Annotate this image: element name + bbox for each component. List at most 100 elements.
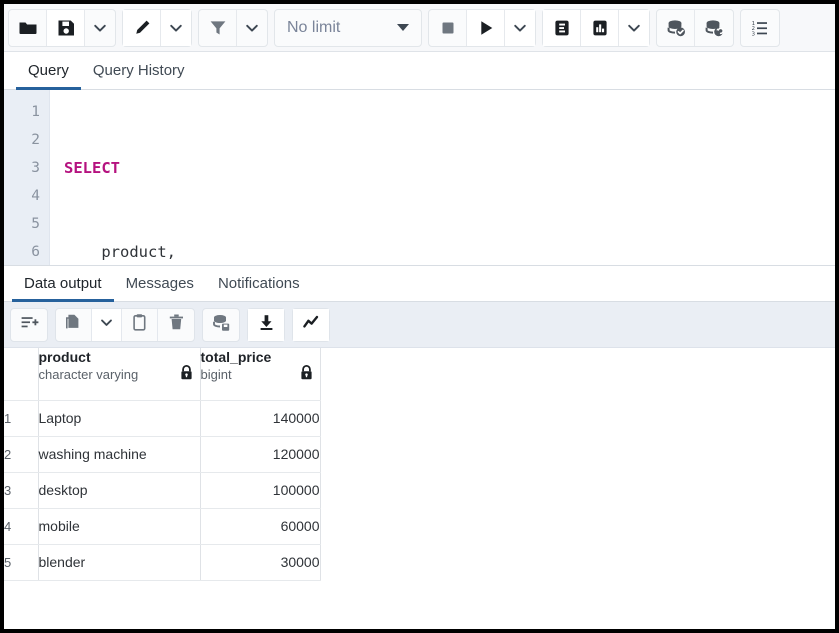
edit-dropdown[interactable]: [161, 10, 191, 46]
download-csv-button[interactable]: [248, 309, 284, 341]
copy-icon: [64, 313, 83, 337]
file-group: [8, 9, 116, 47]
table-row[interactable]: 1 Laptop 140000: [4, 400, 320, 436]
open-file-button[interactable]: [9, 10, 47, 46]
delete-button[interactable]: [158, 309, 194, 341]
cell-product[interactable]: washing machine: [38, 436, 200, 472]
output-tabbar: Data output Messages Notifications: [4, 266, 835, 302]
execute-dropdown[interactable]: [505, 10, 535, 46]
stop-square-icon: [438, 18, 458, 38]
commit-button[interactable]: [657, 10, 695, 46]
graph-group: [292, 308, 330, 342]
chevron-down-icon: [626, 20, 642, 36]
explain-dropdown[interactable]: [619, 10, 649, 46]
stop-button[interactable]: [429, 10, 467, 46]
line-number: 4: [4, 182, 49, 210]
code-line: product,: [64, 238, 835, 265]
cell-product[interactable]: mobile: [38, 508, 200, 544]
sql-text: product,: [64, 243, 176, 261]
database-rollback-icon: [703, 18, 725, 38]
lock-icon: [300, 365, 313, 383]
cell-total-price[interactable]: 30000: [200, 544, 320, 580]
cell-total-price[interactable]: 60000: [200, 508, 320, 544]
explain-analyze-button[interactable]: [581, 10, 619, 46]
table-row[interactable]: 3 desktop 100000: [4, 472, 320, 508]
editor-line-gutter: 1 2 3 4 5 6: [4, 90, 50, 265]
paste-button[interactable]: [122, 309, 158, 341]
result-table-body: 1 Laptop 140000 2 washing machine 120000…: [4, 400, 320, 580]
tab-messages[interactable]: Messages: [114, 273, 206, 302]
explain-group: [542, 9, 650, 47]
chevron-down-icon: [244, 20, 260, 36]
copy-dropdown[interactable]: [92, 309, 122, 341]
column-header-product[interactable]: product character varying: [38, 348, 200, 400]
column-name: product: [39, 348, 200, 366]
save-file-button[interactable]: [47, 10, 85, 46]
edit-group: [122, 9, 192, 47]
caret-down-icon: [397, 24, 409, 31]
row-limit-value: No limit: [287, 19, 340, 37]
result-grid: product character varying tota: [4, 348, 835, 581]
chevron-down-icon: [92, 20, 108, 36]
tab-query-history[interactable]: Query History: [81, 58, 197, 90]
chevron-down-icon: [512, 20, 528, 36]
edit-button[interactable]: [123, 10, 161, 46]
tab-query-label: Query: [28, 62, 69, 79]
tab-data-output-label: Data output: [24, 275, 102, 292]
line-chart-icon: [302, 313, 321, 337]
add-row-group: [10, 308, 48, 342]
download-group: [247, 308, 285, 342]
folder-icon: [18, 18, 38, 38]
execute-group: [428, 9, 536, 47]
macros-group: 1 2 3: [740, 9, 780, 47]
table-row[interactable]: 2 washing machine 120000: [4, 436, 320, 472]
tab-notifications[interactable]: Notifications: [206, 273, 312, 302]
row-number: 2: [4, 436, 38, 472]
save-data-changes-button[interactable]: [203, 309, 239, 341]
cell-product[interactable]: blender: [38, 544, 200, 580]
column-header-total-price[interactable]: total_price bigint: [200, 348, 320, 400]
tab-query[interactable]: Query: [16, 58, 81, 90]
line-number: 3: [4, 154, 49, 182]
database-save-icon: [211, 313, 231, 337]
save-file-dropdown[interactable]: [85, 10, 115, 46]
add-row-button[interactable]: [11, 309, 47, 341]
column-name: total_price: [201, 348, 320, 366]
execute-button[interactable]: [467, 10, 505, 46]
explain-button[interactable]: [543, 10, 581, 46]
cell-total-price[interactable]: 100000: [200, 472, 320, 508]
filter-button[interactable]: [199, 10, 237, 46]
row-number-header: [4, 348, 38, 400]
transaction-group: [656, 9, 734, 47]
bar-chart-icon: [590, 18, 610, 38]
result-header-row: product character varying tota: [4, 348, 320, 400]
cell-total-price[interactable]: 140000: [200, 400, 320, 436]
save-data-group: [202, 308, 240, 342]
database-check-icon: [665, 18, 687, 38]
cell-product[interactable]: desktop: [38, 472, 200, 508]
rollback-button[interactable]: [695, 10, 733, 46]
sql-keyword: SELECT: [64, 159, 120, 177]
line-number: 2: [4, 126, 49, 154]
table-row[interactable]: 4 mobile 60000: [4, 508, 320, 544]
table-row[interactable]: 5 blender 30000: [4, 544, 320, 580]
filter-dropdown[interactable]: [237, 10, 267, 46]
row-limit-select[interactable]: No limit: [274, 9, 422, 47]
explain-e-icon: [552, 18, 572, 38]
funnel-icon: [208, 18, 228, 38]
add-row-icon: [20, 313, 39, 337]
copy-button[interactable]: [56, 309, 92, 341]
row-number: 4: [4, 508, 38, 544]
sql-editor[interactable]: 1 2 3 4 5 6 SELECT product, SUM (price) …: [4, 90, 835, 266]
graph-visualiser-button[interactable]: [293, 309, 329, 341]
download-icon: [257, 313, 276, 337]
sql-code-area[interactable]: SELECT product, SUM (price) AS total_pri…: [50, 90, 835, 265]
lock-icon: [180, 365, 193, 383]
macros-button[interactable]: 1 2 3: [741, 10, 779, 46]
editor-tabbar: Query Query History: [4, 52, 835, 90]
pgadmin-query-tool-window: No limit: [0, 0, 839, 633]
cell-product[interactable]: Laptop: [38, 400, 200, 436]
filter-group: [198, 9, 268, 47]
cell-total-price[interactable]: 120000: [200, 436, 320, 472]
tab-data-output[interactable]: Data output: [12, 273, 114, 302]
